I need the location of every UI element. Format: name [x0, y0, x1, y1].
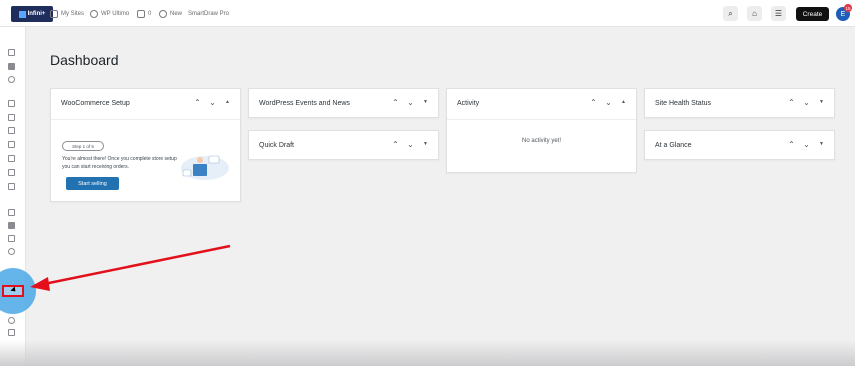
bottom-shadow [0, 340, 855, 366]
annotation-arrow [30, 244, 231, 291]
arrow-line [43, 244, 231, 286]
arrow-head-icon [30, 277, 50, 291]
